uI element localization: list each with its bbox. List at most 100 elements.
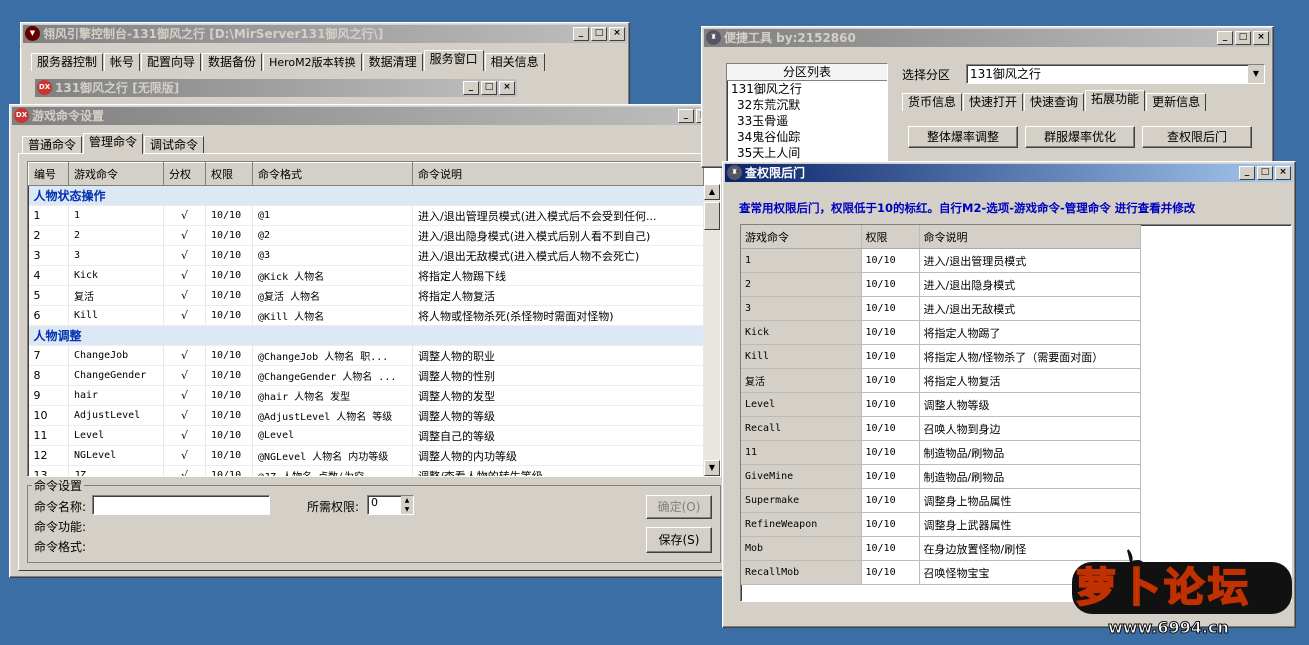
perm-row[interactable]: GiveMine 10/10 制造物品/刷物品	[741, 464, 1141, 489]
cell-split: √	[163, 405, 206, 426]
close-icon[interactable]: ×	[1253, 31, 1269, 45]
tab-herom2-convert[interactable]: HeroM2版本转换	[263, 53, 362, 71]
table-row[interactable]: 2 2 √ 10/10 @2 进入/退出隐身模式(进入模式后别人看不到自己)	[28, 225, 704, 246]
cell-format: @1	[252, 205, 413, 226]
partition-list-item[interactable]: 34鬼谷仙踪	[727, 129, 887, 145]
table-row[interactable]: 7 ChangeJob √ 10/10 @ChangeJob 人物名 职... 调整人物的…	[28, 345, 704, 366]
table-row[interactable]: 5 复活 √ 10/10 @复活 人物名 将指定人物复活	[28, 285, 704, 306]
cell-command: Kick	[68, 265, 164, 286]
perm-col-command[interactable]: 游戏命令	[741, 225, 862, 249]
col-header-split[interactable]: 分权	[163, 162, 206, 186]
partition-select[interactable]: 131御风之行 ▼	[966, 64, 1265, 84]
command-title: 游戏命令设置	[32, 109, 105, 123]
table-row[interactable]: 8 ChangeGender √ 10/10 @ChangeGender 人物名 ...…	[28, 365, 704, 386]
maximize-icon[interactable]: □	[1235, 31, 1251, 45]
perm-row[interactable]: RefineWeapon 10/10 调整身上武器属性	[741, 512, 1141, 537]
tab-data-backup[interactable]: 数据备份	[202, 53, 263, 71]
tab-normal-commands[interactable]: 普通命令	[22, 136, 83, 154]
scroll-thumb[interactable]	[704, 202, 720, 230]
inner-titlebar[interactable]: DX 131御风之行 [无限版] _ □ ×	[35, 79, 517, 97]
scroll-down-icon[interactable]: ▼	[704, 460, 720, 476]
col-header-desc[interactable]: 命令说明	[412, 162, 704, 186]
perm-row[interactable]: 3 10/10 进入/退出无敌模式	[741, 296, 1141, 321]
drop-rate-adjust-button[interactable]: 整体爆率调整	[908, 126, 1018, 148]
minimize-icon[interactable]: _	[1217, 31, 1233, 45]
group-drop-optimize-button[interactable]: 群服爆率优化	[1025, 126, 1135, 148]
console-titlebar[interactable]: ▼ 翎风引擎控制台-131御风之行 [D:\MirServer131御风之行\]…	[23, 25, 627, 43]
perm-titlebar[interactable]: ♜ 查权限后门 _ □ ×	[725, 164, 1293, 182]
partition-list-item[interactable]: 32东荒沉默	[727, 97, 887, 113]
vertical-scrollbar[interactable]: ▲ ▼	[704, 184, 720, 476]
table-row[interactable]: 13JZ√10/10@JZ 人物名 点数(为空...调整/查看人物的转生等级	[28, 465, 704, 476]
table-row[interactable]: 4 Kick √ 10/10 @Kick 人物名 将指定人物踢下线	[28, 265, 704, 286]
command-titlebar[interactable]: DX 游戏命令设置 _□×	[12, 107, 732, 125]
col-header-perm[interactable]: 权限	[205, 162, 253, 186]
minimize-icon[interactable]: _	[463, 81, 479, 95]
game-command-window: DX 游戏命令设置 _□× 普通命令 管理命令 调试命令 编号 游戏命令 分权 …	[9, 104, 735, 578]
perm-row[interactable]: 2 10/10 进入/退出隐身模式	[741, 272, 1141, 297]
maximize-icon[interactable]: □	[591, 27, 607, 41]
perm-col-desc[interactable]: 命令说明	[919, 225, 1141, 249]
minimize-icon[interactable]: _	[573, 27, 589, 41]
tools-tabs: 货币信息 快速打开 快速查询 拓展功能 更新信息	[902, 90, 1207, 111]
perm-col-perm[interactable]: 权限	[861, 225, 920, 249]
tab-debug-commands[interactable]: 调试命令	[144, 136, 205, 154]
close-icon[interactable]: ×	[1275, 166, 1291, 180]
chevron-down-icon[interactable]: ▼	[1248, 65, 1264, 83]
scroll-up-icon[interactable]: ▲	[704, 184, 720, 200]
tab-account[interactable]: 帐号	[104, 53, 141, 71]
tab-extended-functions[interactable]: 拓展功能	[1085, 90, 1146, 111]
table-row[interactable]: 10 AdjustLevel √ 10/10 @AdjustLevel 人物名 等级 调整…	[28, 405, 704, 426]
col-header-command[interactable]: 游戏命令	[68, 162, 164, 186]
partition-list-item[interactable]: 131御风之行	[727, 81, 887, 97]
confirm-button[interactable]: 确定(O)	[646, 495, 712, 519]
perm-cell-command: 11	[741, 440, 862, 465]
perm-row[interactable]: Supermake 10/10 调整身上物品属性	[741, 488, 1141, 513]
table-row[interactable]: 3 3 √ 10/10 @3 进入/退出无敌模式(进入模式后人物不会死亡)	[28, 245, 704, 266]
tab-service-window[interactable]: 服务窗口	[423, 50, 484, 71]
partition-list-item[interactable]: 35天上人间	[727, 145, 887, 161]
maximize-icon[interactable]: □	[481, 81, 497, 95]
save-button[interactable]: 保存(S)	[646, 527, 712, 553]
check-backdoor-button[interactable]: 查权限后门	[1142, 126, 1252, 148]
table-row[interactable]: 1 1 √ 10/10 @1 进入/退出管理员模式(进入模式后不会受到任何...	[28, 205, 704, 226]
tab-quick-query[interactable]: 快速查询	[1024, 93, 1085, 111]
group-row[interactable]: 人物状态操作	[28, 185, 704, 206]
spin-buttons-icon[interactable]: ▲ ▼	[401, 496, 413, 514]
partition-list-item[interactable]: 33玉骨遥	[727, 113, 887, 129]
tab-quick-open[interactable]: 快速打开	[963, 93, 1024, 111]
perm-row[interactable]: Level 10/10 调整人物等级	[741, 392, 1141, 417]
tab-server-control[interactable]: 服务器控制	[31, 53, 104, 71]
perm-row[interactable]: 复活 10/10 将指定人物复活	[741, 368, 1141, 393]
perm-cell-desc: 制造物品/刷物品	[919, 440, 1141, 465]
col-header-format[interactable]: 命令格式	[252, 162, 413, 186]
close-icon[interactable]: ×	[499, 81, 515, 95]
close-icon[interactable]: ×	[609, 27, 625, 41]
perm-row[interactable]: 11 10/10 制造物品/刷物品	[741, 440, 1141, 465]
table-row[interactable]: 6 Kill √ 10/10 @Kill 人物名 将人物或怪物杀死(杀怪物时需面对怪物)	[28, 305, 704, 326]
tab-data-cleanup[interactable]: 数据清理	[362, 53, 423, 71]
table-row[interactable]: 11 Level √ 10/10 @Level 调整自己的等级	[28, 425, 704, 446]
group-row[interactable]: 人物调整	[28, 325, 704, 346]
partition-list[interactable]: 分区列表 131御风之行 32东荒沉默 33玉骨遥 34鬼谷仙踪 35天上人间	[726, 63, 888, 167]
cell-split: √	[163, 285, 206, 306]
perm-row[interactable]: Kill 10/10 将指定人物/怪物杀了（需要面对面）	[741, 344, 1141, 369]
perm-row[interactable]: 1 10/10 进入/退出管理员模式	[741, 248, 1141, 273]
table-row[interactable]: 9 hair √ 10/10 @hair 人物名 发型 调整人物的发型	[28, 385, 704, 406]
perm-row[interactable]: Kick 10/10 将指定人物踢了	[741, 320, 1141, 345]
console-window: ▼ 翎风引擎控制台-131御风之行 [D:\MirServer131御风之行\]…	[20, 22, 630, 114]
tab-admin-commands[interactable]: 管理命令	[83, 133, 144, 154]
required-perm-spinner[interactable]: 0 ▲ ▼	[367, 495, 414, 515]
perm-row[interactable]: Recall 10/10 召唤人物到身边	[741, 416, 1141, 441]
table-row[interactable]: 12 NGLevel √ 10/10 @NGLevel 人物名 内功等级 调整人物的内功等…	[28, 445, 704, 466]
col-header-id[interactable]: 编号	[28, 162, 69, 186]
command-name-input[interactable]	[92, 495, 270, 515]
tab-config-wizard[interactable]: 配置向导	[141, 53, 202, 71]
maximize-icon[interactable]: □	[1257, 166, 1273, 180]
tab-related-info[interactable]: 相关信息	[484, 53, 545, 71]
minimize-icon[interactable]: _	[678, 109, 694, 123]
tab-currency-info[interactable]: 货币信息	[902, 93, 963, 111]
tab-update-info[interactable]: 更新信息	[1146, 93, 1207, 111]
minimize-icon[interactable]: _	[1239, 166, 1255, 180]
tools-titlebar[interactable]: ♜ 便捷工具 by:2152860 _ □ ×	[704, 29, 1271, 47]
